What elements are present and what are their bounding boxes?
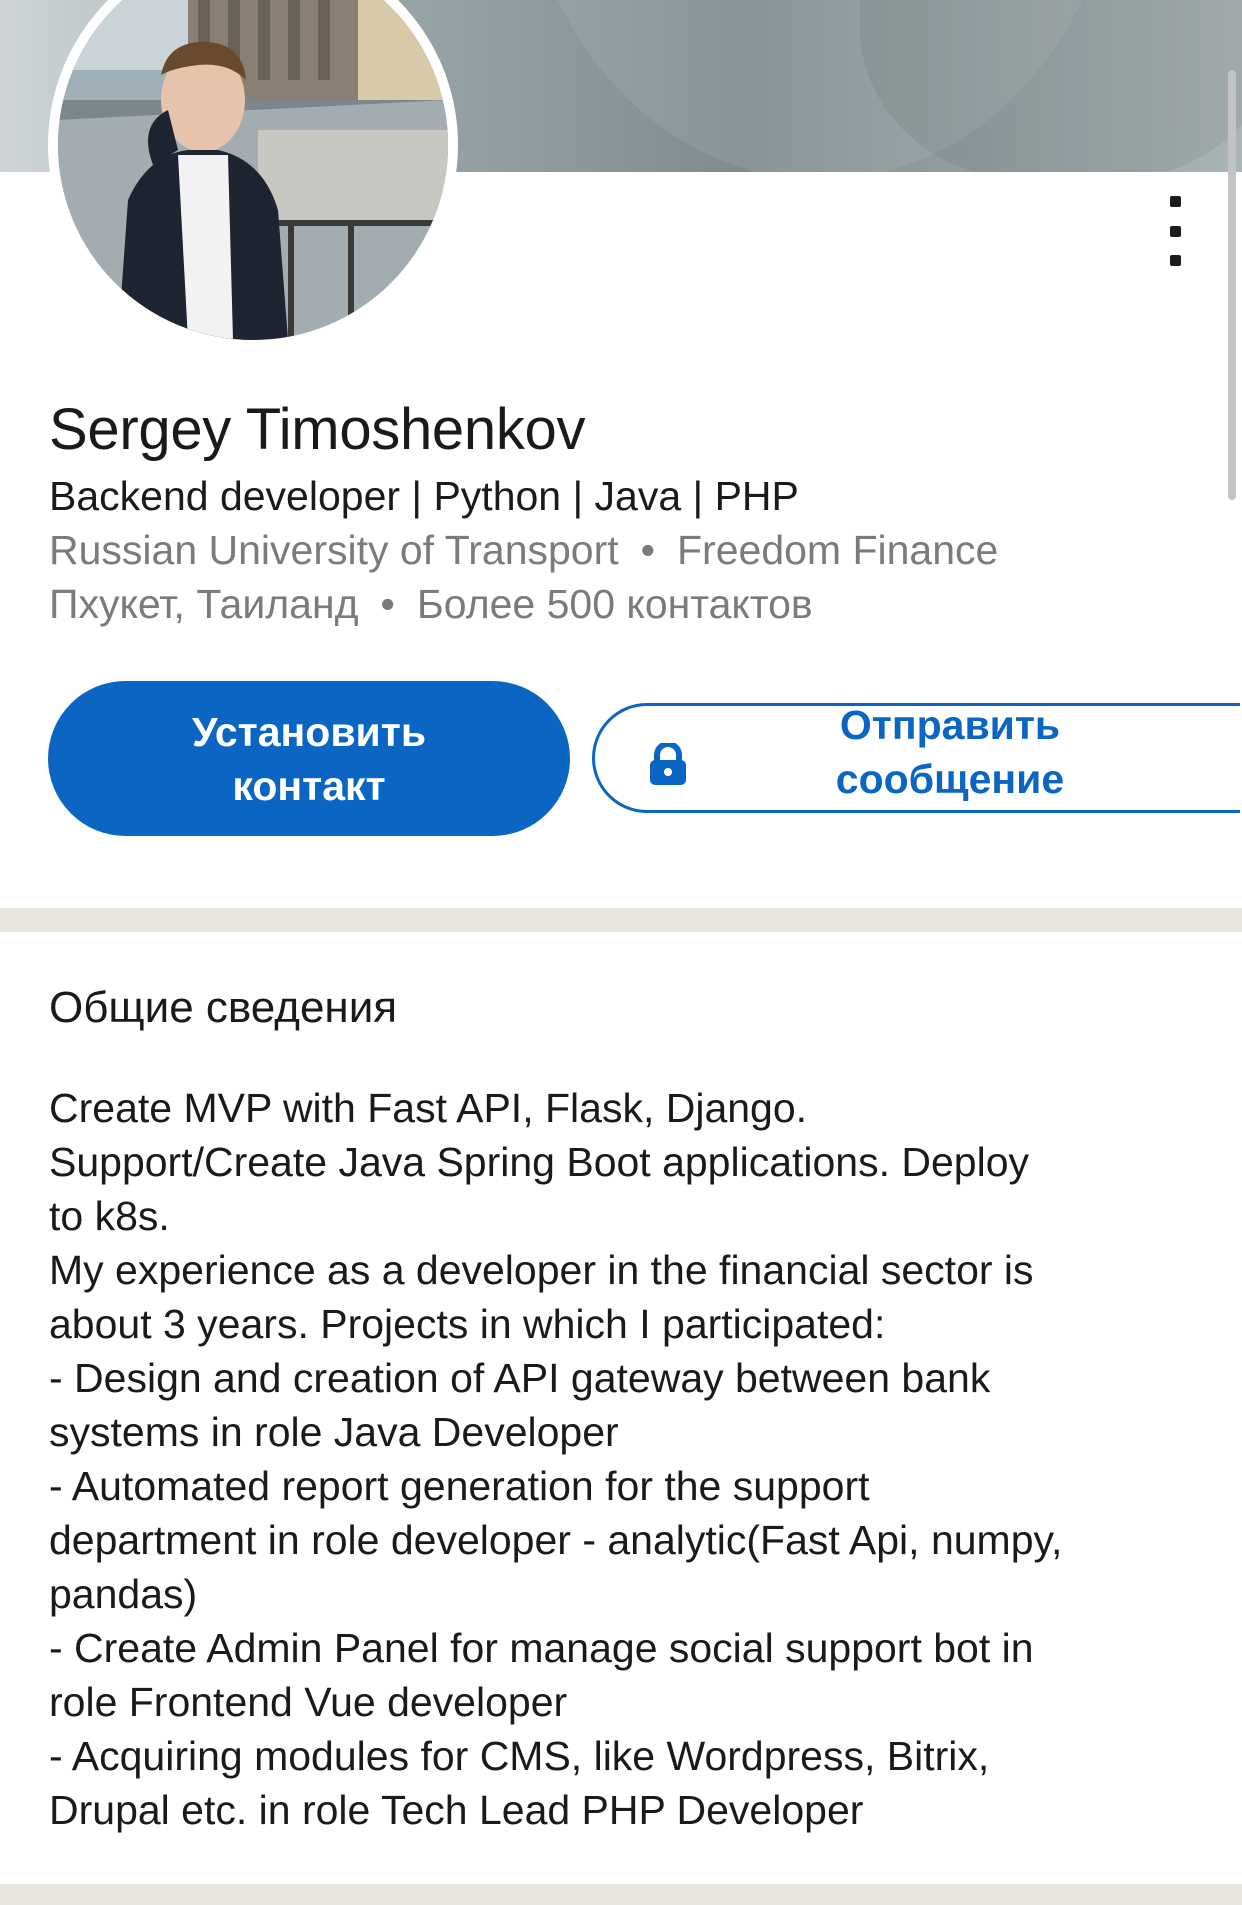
about-line: - Automated report generation for the su…	[49, 1463, 870, 1509]
location-text: Пхукет, Таиланд	[49, 581, 359, 627]
about-line: role Frontend Vue developer	[49, 1679, 568, 1725]
profile-headline: Backend developer | Python | Java | PHP	[49, 473, 799, 519]
profile-education-company: Russian University of Transport • Freedom …	[49, 527, 998, 574]
meta-separator: •	[640, 527, 656, 573]
about-line: to k8s.	[49, 1193, 170, 1239]
about-line: Create MVP with Fast API, Flask, Django.	[49, 1085, 808, 1131]
scrollbar[interactable]	[1228, 70, 1236, 500]
education-link[interactable]: Russian University of Transport	[49, 527, 619, 573]
about-line: - Acquiring modules for CMS, like Wordpr…	[49, 1733, 990, 1779]
about-line: pandas)	[49, 1571, 198, 1617]
profile-name: Sergey Timoshenkov	[49, 397, 586, 462]
about-line: My experience as a developer in the fina…	[49, 1247, 1034, 1293]
connect-button[interactable]: Установить контакт	[48, 681, 570, 836]
profile-location-connections: Пхукет, Таиланд • Более 500 контактов	[49, 581, 813, 628]
about-line: - Design and creation of API gateway bet…	[49, 1355, 991, 1401]
message-button-label: Отправить сообщение	[835, 702, 1065, 802]
connect-button-label: Установить контакт	[191, 708, 427, 809]
about-section-text: Create MVP with Fast API, Flask, Django.…	[49, 1081, 1229, 1837]
more-vertical-icon-dot	[1169, 225, 1181, 237]
company-link[interactable]: Freedom Finance	[677, 527, 998, 573]
about-line: - Create Admin Panel for manage social s…	[49, 1625, 1034, 1671]
about-line: Support/Create Java Spring Boot applicat…	[49, 1139, 1030, 1185]
section-divider	[0, 908, 1242, 932]
profile-page: Sergey Timoshenkov Backend developer | P…	[0, 0, 1242, 1905]
about-section-title: Общие сведения	[49, 983, 398, 1032]
about-line: Drupal etc. in role Tech Lead PHP Develo…	[49, 1787, 864, 1833]
more-vertical-icon-dot	[1169, 255, 1181, 266]
about-line: about 3 years. Projects in which I parti…	[49, 1301, 886, 1347]
about-line: systems in role Java Developer	[49, 1409, 619, 1455]
more-options-button[interactable]	[1150, 196, 1200, 266]
about-line: department in role developer - analytic(…	[49, 1517, 1063, 1563]
connections-link[interactable]: Более 500 контактов	[417, 581, 813, 627]
lock-icon	[650, 743, 686, 785]
meta-separator: •	[380, 581, 395, 627]
section-divider-bottom	[0, 1884, 1242, 1905]
message-button[interactable]: Отправить сообщение	[592, 702, 1240, 813]
more-vertical-icon	[1169, 196, 1181, 207]
